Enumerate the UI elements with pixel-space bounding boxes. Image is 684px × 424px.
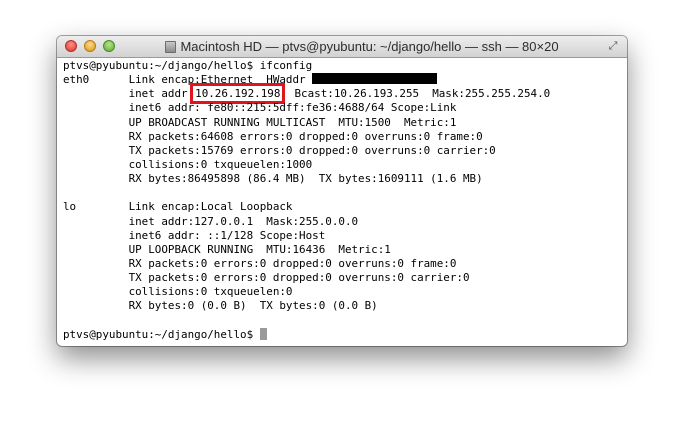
terminal-line: TX packets:15769 errors:0 dropped:0 over… <box>63 143 496 157</box>
highlighted-ip-address: 10.26.192.198 <box>190 83 286 105</box>
terminal-line-text: inet addr: <box>63 87 195 101</box>
terminal-line: RX packets:64608 errors:0 dropped:0 over… <box>63 129 483 143</box>
terminal-line: ptvs@pyubuntu:~/django/hello$ ifconfig <box>63 59 313 72</box>
minimize-button[interactable] <box>84 40 96 52</box>
terminal-line: inet6 addr: ::1/128 Scope:Host <box>63 228 326 242</box>
terminal-line: collisions:0 txqueuelen:1000 <box>63 157 313 171</box>
fullscreen-icon[interactable]: ⤢ <box>607 40 619 52</box>
window-title: Macintosh HD — ptvs@pyubuntu: ~/django/h… <box>180 39 559 54</box>
zoom-button[interactable] <box>103 40 115 52</box>
terminal-line: RX bytes:86495898 (86.4 MB) TX bytes:160… <box>63 172 483 186</box>
title-bar[interactable]: Macintosh HD — ptvs@pyubuntu: ~/django/h… <box>57 36 627 58</box>
terminal-output[interactable]: ptvs@pyubuntu:~/django/hello$ ifconfig e… <box>63 59 623 343</box>
shell-prompt: ptvs@pyubuntu:~/django/hello$ <box>63 327 260 341</box>
terminal-line: inet addr:10.26.192.198 Bcast:10.26.193.… <box>63 83 623 105</box>
terminal-line: lo Link encap:Local Loopback <box>63 200 293 214</box>
terminal-line: RX packets:0 errors:0 dropped:0 overruns… <box>63 256 457 270</box>
terminal-window: Macintosh HD — ptvs@pyubuntu: ~/django/h… <box>57 36 627 346</box>
terminal-line: RX bytes:0 (0.0 B) TX bytes:0 (0.0 B) <box>63 299 378 313</box>
terminal-line: collisions:0 txqueuelen:0 <box>63 285 293 299</box>
text-cursor <box>259 327 267 340</box>
window-title-container: Macintosh HD — ptvs@pyubuntu: ~/django/h… <box>127 39 597 55</box>
terminal-line: TX packets:0 errors:0 dropped:0 overruns… <box>63 271 470 285</box>
terminal-prompt-line[interactable]: ptvs@pyubuntu:~/django/hello$ <box>63 327 623 342</box>
terminal-line-text: Bcast:10.26.193.255 Mask:255.255.254.0 <box>281 87 551 101</box>
terminal-line: inet addr:127.0.0.1 Mask:255.0.0.0 <box>63 214 359 228</box>
terminal-line: eth0 Link encap:Ethernet HWaddr <box>63 73 623 87</box>
terminal-line: UP BROADCAST RUNNING MULTICAST MTU:1500 … <box>63 115 457 129</box>
terminal-line-text: eth0 Link encap:Ethernet HWaddr <box>63 73 313 87</box>
redacted-hwaddr <box>312 73 438 85</box>
terminal-line: inet6 addr: fe80::215:5dff:fe36:4688/64 … <box>63 101 457 115</box>
disk-icon <box>165 41 177 53</box>
close-button[interactable] <box>65 40 77 52</box>
terminal-line: UP LOOPBACK RUNNING MTU:16436 Metric:1 <box>63 242 391 256</box>
